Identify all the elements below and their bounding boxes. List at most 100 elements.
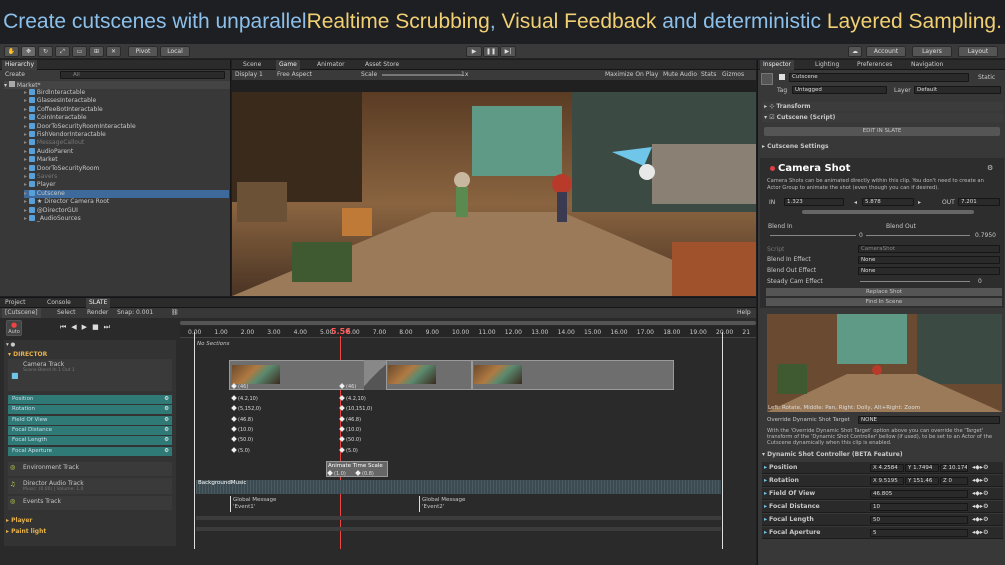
tab-hierarchy[interactable]: Hierarchy bbox=[2, 60, 38, 70]
in-field[interactable]: 1.323 bbox=[784, 198, 844, 206]
local-toggle[interactable]: Local bbox=[160, 46, 190, 57]
keyframe[interactable]: (4.2,10) bbox=[340, 395, 366, 403]
keyframe-nav-icon[interactable]: ◂◆▸⚙ bbox=[972, 462, 989, 474]
layout-dropdown[interactable]: Layout bbox=[958, 46, 998, 57]
transform-tool-icon[interactable]: ⊞ bbox=[89, 46, 104, 57]
mute-audio[interactable]: Mute Audio bbox=[660, 70, 700, 80]
transform-header[interactable]: ▸ ⊹ Transform bbox=[762, 102, 1003, 111]
tab-preferences[interactable]: Preferences bbox=[854, 60, 895, 70]
hierarchy-item[interactable]: ▸ CoinInteractable bbox=[24, 114, 87, 122]
aspect-dropdown[interactable]: Free Aspect bbox=[274, 70, 315, 80]
range-slider[interactable] bbox=[802, 210, 974, 214]
layer-dropdown[interactable]: Default bbox=[914, 86, 1001, 94]
param-track-row[interactable]: Focal Aperture ⚙ bbox=[8, 446, 172, 456]
hierarchy-item[interactable]: ▸ @DirectorGUI bbox=[24, 206, 78, 215]
keyframe[interactable]: (46.8) bbox=[340, 416, 361, 424]
dsc-row[interactable]: ▸ Field Of View 46.805 ◂◆▸⚙ bbox=[762, 488, 1003, 500]
find-in-scene-button[interactable]: Find In Scene bbox=[766, 298, 1002, 306]
dsc-row[interactable]: ▸ Rotation X 9.5195 Y 151.46 Z 0 ◂◆▸⚙ bbox=[762, 475, 1003, 487]
dsc-value-field[interactable]: 5 bbox=[870, 529, 968, 537]
dsc-y-field[interactable]: Y 1.7494 bbox=[905, 464, 939, 472]
dsc-row[interactable]: ▸ Focal Distance 10 ◂◆▸⚙ bbox=[762, 501, 1003, 513]
step-button[interactable]: ▶| bbox=[500, 46, 516, 57]
keyframe-nav-icon[interactable]: ◂◆▸⚙ bbox=[972, 501, 989, 513]
tab-slate[interactable]: SLATE bbox=[86, 298, 111, 308]
keyframe-toggle-icon[interactable]: ⚙ bbox=[164, 395, 169, 404]
link-icon[interactable]: ⛓ bbox=[168, 308, 182, 318]
blend-out-slider[interactable] bbox=[866, 235, 970, 236]
create-dropdown[interactable]: Create bbox=[2, 70, 28, 80]
hierarchy-item[interactable]: ▸ AudioParent bbox=[24, 147, 73, 156]
director-group[interactable]: ▾ DIRECTOR bbox=[8, 351, 47, 358]
move-tool-icon[interactable]: ✥ bbox=[21, 46, 36, 57]
custom-tool-icon[interactable]: ✕ bbox=[106, 46, 121, 57]
keyframe[interactable]: (46.8) bbox=[232, 416, 253, 424]
event-marker-2[interactable] bbox=[419, 496, 420, 512]
dsc-x-field[interactable]: X 4.2584 bbox=[870, 464, 904, 472]
hierarchy-item[interactable]: ▸ FishVendorInteractable bbox=[24, 131, 106, 139]
steady-cam-slider[interactable] bbox=[860, 281, 970, 282]
gizmos-dropdown[interactable]: Gizmos bbox=[719, 70, 747, 80]
tag-dropdown[interactable]: Untagged bbox=[792, 86, 887, 94]
account-dropdown[interactable]: Account bbox=[866, 46, 906, 57]
ats-key-2[interactable]: (0.8) bbox=[356, 470, 374, 478]
rotate-tool-icon[interactable]: ↻ bbox=[38, 46, 53, 57]
active-checkbox[interactable] bbox=[779, 74, 785, 80]
dsc-value-field[interactable]: 10 bbox=[870, 503, 968, 511]
dsc-row[interactable]: ▸ Focal Aperture 5 ◂◆▸⚙ bbox=[762, 527, 1003, 539]
replace-shot-button[interactable]: Replace Shot bbox=[766, 288, 1002, 296]
tab-animator[interactable]: Animator bbox=[314, 60, 348, 70]
layers-dropdown[interactable]: Layers bbox=[912, 46, 952, 57]
timeline-scrollbar[interactable] bbox=[180, 321, 756, 325]
hand-tool-icon[interactable]: ✋ bbox=[4, 46, 19, 57]
end-marker[interactable] bbox=[722, 332, 723, 549]
keyframe-toggle-icon[interactable]: ⚙ bbox=[164, 405, 169, 414]
dsc-row[interactable]: ▸ Focal Length 50 ◂◆▸⚙ bbox=[762, 514, 1003, 526]
scale-tool-icon[interactable]: ⤢ bbox=[55, 46, 70, 57]
tab-game[interactable]: Game bbox=[276, 60, 300, 70]
keyframe[interactable]: (5.0) bbox=[340, 447, 358, 455]
tab-console[interactable]: Console bbox=[44, 298, 74, 308]
player-group[interactable]: ▸ Player bbox=[6, 517, 32, 524]
hierarchy-item[interactable]: ▸ DoorToSecurityRoom bbox=[24, 164, 99, 173]
clip-keyframe-label-2[interactable]: (46) bbox=[340, 383, 356, 391]
keyframe-toggle-icon[interactable]: ⚙ bbox=[164, 447, 169, 456]
keyframe[interactable]: (10.0) bbox=[232, 426, 253, 434]
hierarchy-search-input[interactable]: All bbox=[60, 71, 225, 79]
game-viewport-render[interactable] bbox=[232, 92, 756, 296]
dsc-y-field[interactable]: Y 151.46 bbox=[905, 477, 939, 485]
keyframe-toggle-icon[interactable]: ⚙ bbox=[164, 416, 169, 425]
camera-preview[interactable] bbox=[767, 314, 1002, 412]
length-field[interactable]: 5.878 bbox=[862, 198, 914, 206]
override-dropdown[interactable]: NONE bbox=[858, 416, 1000, 424]
keyframe[interactable]: (5,152,0) bbox=[232, 405, 261, 413]
paint-light-group[interactable]: ▸ Paint light bbox=[6, 528, 46, 535]
tab-navigation[interactable]: Navigation bbox=[908, 60, 946, 70]
auto-key-button[interactable]: ● Auto bbox=[6, 320, 22, 336]
static-toggle[interactable]: Static bbox=[978, 74, 995, 81]
param-track-row[interactable]: Position ⚙ bbox=[8, 395, 172, 404]
dsc-x-field[interactable]: X 9.5195 bbox=[870, 477, 904, 485]
hierarchy-item[interactable]: ▸ _AudioSources bbox=[24, 215, 81, 223]
rect-tool-icon[interactable]: ▭ bbox=[72, 46, 87, 57]
maximize-on-play[interactable]: Maximize On Play bbox=[602, 70, 661, 80]
script-header[interactable]: ▾ ☑ Cutscene (Script) bbox=[762, 113, 1003, 122]
keyframe-nav-icon[interactable]: ◂◆▸⚙ bbox=[972, 475, 989, 487]
dsc-value-field[interactable]: 50 bbox=[870, 516, 968, 524]
length-left-arrow[interactable]: ◂ bbox=[854, 199, 857, 206]
dsc-value-field[interactable]: 46.805 bbox=[870, 490, 968, 498]
dsc-z-field[interactable]: Z 0 bbox=[940, 477, 968, 485]
pause-button[interactable]: ❚❚ bbox=[483, 46, 499, 57]
keyframe[interactable]: (10,151,0) bbox=[340, 405, 372, 413]
tab-project[interactable]: Project bbox=[2, 298, 29, 308]
cutscene-settings-foldout[interactable]: ▸ Cutscene Settings bbox=[762, 142, 1003, 151]
blend-out-effect-dropdown[interactable]: None bbox=[858, 267, 1000, 275]
pivot-toggle[interactable]: Pivot bbox=[128, 46, 158, 57]
scale-slider[interactable] bbox=[382, 74, 462, 76]
param-track-row[interactable]: Focal Length ⚙ bbox=[8, 436, 172, 446]
param-track-row[interactable]: Focal Distance ⚙ bbox=[8, 425, 172, 435]
hierarchy-item[interactable]: ▸ ★ Director Camera Root bbox=[24, 198, 109, 206]
out-field[interactable]: 7.201 bbox=[958, 198, 1000, 206]
keyframe[interactable]: (50.0) bbox=[340, 436, 361, 444]
hierarchy-item[interactable]: ▸ BirdInteractable bbox=[24, 89, 85, 97]
